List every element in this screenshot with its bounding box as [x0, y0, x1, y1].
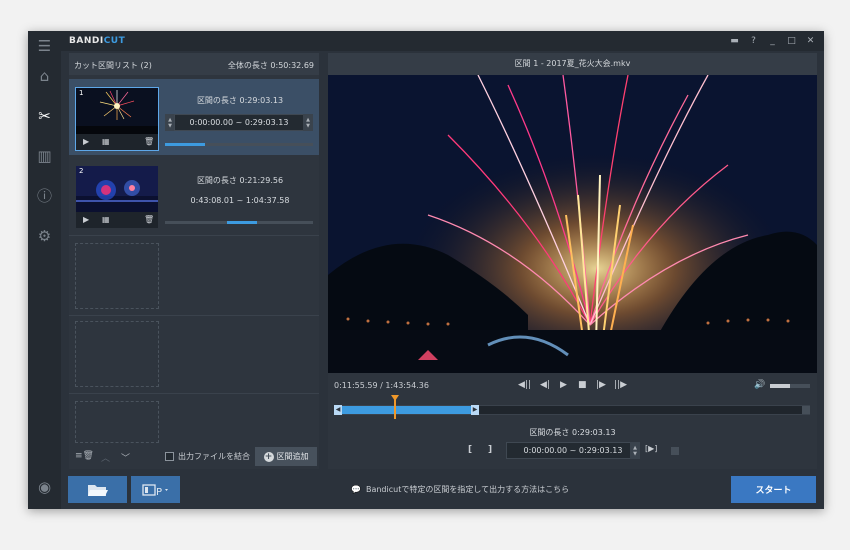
- segment-item[interactable]: 2 ▶ ▦ 🗑 区間の長さ 0:21:29.56 0:43:08.01 ~ 1:…: [69, 157, 319, 233]
- folder-open-icon: [87, 484, 108, 496]
- plus-icon: +: [263, 451, 274, 462]
- checkbox[interactable]: [165, 452, 174, 461]
- thumbnail-toolbar: ▶ ▦ 🗑: [76, 134, 158, 150]
- segment-progress-fill: [165, 143, 205, 146]
- divider: [69, 393, 319, 394]
- bottom-bar: P 💬 Bandicutで特定の区間を指定して出力する方法はこちら スタート: [61, 471, 824, 509]
- app-logo: BANDICUT: [69, 36, 126, 46]
- delete-all-icon[interactable]: ≡🗑: [75, 451, 94, 461]
- move-up-icon[interactable]: ︿: [101, 451, 110, 464]
- divider: [69, 315, 319, 316]
- merge-output-checkbox[interactable]: 出力ファイルを結合: [165, 451, 250, 462]
- segment-item[interactable]: 1 ▶ ▦ 🗑 区間の長さ 0:29:03.13 ▲ ▼ 0:00:00.00 ~…: [69, 79, 319, 155]
- next-frame-button[interactable]: |▶: [596, 380, 606, 390]
- title-bar: BANDICUT ▬ ? _ □ ✕: [61, 31, 824, 51]
- join-mode-icon[interactable]: ▥: [34, 145, 55, 166]
- segment-number: 2: [79, 167, 84, 175]
- open-file-button[interactable]: [68, 476, 127, 503]
- segment-length: 区間の長さ 0:21:29.56: [196, 176, 284, 185]
- close-button[interactable]: ✕: [803, 33, 818, 48]
- segment-range-input[interactable]: 0:00:00.00 ~ 0:29:03.13: [174, 114, 304, 131]
- segment-progress: [165, 221, 313, 224]
- segment-length: 区間の長さ 0:29:03.13: [196, 96, 284, 105]
- timecode: 0:11:55.59 / 1:43:54.36: [334, 381, 429, 390]
- timeline-end-marker: [802, 406, 810, 414]
- chat-icon: 💬: [351, 485, 361, 494]
- timeline-end-handle[interactable]: ▶: [471, 405, 479, 415]
- volume-slider[interactable]: [770, 384, 810, 388]
- next-mark-button[interactable]: ||▶: [614, 380, 627, 390]
- stop-button[interactable]: ■: [578, 380, 587, 390]
- segment-list-title: カット区間リスト (2): [74, 61, 152, 70]
- trash-icon[interactable]: 🗑: [144, 215, 154, 224]
- fireworks-video-frame: [328, 75, 817, 373]
- merge-output-label: 出力ファイルを結合: [178, 452, 250, 461]
- set-start-button[interactable]: [: [468, 445, 472, 455]
- record-icon[interactable]: ◉: [34, 476, 55, 497]
- prev-mark-button[interactable]: ◀||: [518, 380, 531, 390]
- grid-icon[interactable]: ▦: [102, 215, 110, 224]
- segment-list-header: カット区間リスト (2) 全体の長さ 0:50:32.69: [69, 53, 319, 75]
- prev-frame-button[interactable]: ◀|: [540, 380, 550, 390]
- trash-icon[interactable]: 🗑: [144, 137, 154, 146]
- segment-progress-fill: [227, 221, 257, 224]
- start-button[interactable]: スタート: [731, 476, 816, 503]
- total-length: 全体の長さ 0:50:32.69: [227, 61, 314, 70]
- add-segment-button[interactable]: + 区間追加: [255, 447, 317, 466]
- folder-icon[interactable]: ▬: [727, 33, 742, 48]
- segment-list-toolbar: ≡🗑 ︿ ﹀ 出力ファイルを結合 + 区間追加: [69, 445, 319, 469]
- play-button[interactable]: ▶: [560, 380, 567, 390]
- video-settings-icon: P: [141, 483, 168, 498]
- help-hint[interactable]: 💬 Bandicutで特定の区間を指定して出力する方法はこちら: [351, 484, 569, 495]
- volume-icon[interactable]: 🔊: [754, 380, 765, 390]
- video-preview[interactable]: [328, 75, 817, 373]
- minimize-button[interactable]: _: [765, 33, 780, 48]
- selected-segment-length: 区間の長さ 0:29:03.13: [529, 428, 616, 437]
- settings-icon[interactable]: ⚙: [34, 225, 55, 246]
- thumbnail-toolbar: ▶ ▦ 🗑: [76, 212, 158, 228]
- output-settings-button[interactable]: P: [131, 476, 180, 503]
- move-down-icon[interactable]: ﹀: [121, 451, 130, 464]
- home-icon[interactable]: ⌂: [34, 65, 55, 86]
- maximize-button[interactable]: □: [784, 33, 799, 48]
- empty-segment-slot: [75, 243, 159, 309]
- segment-range: 0:43:08.01 ~ 1:04:37.58: [190, 196, 290, 205]
- empty-segment-slot: [75, 321, 159, 387]
- volume-level: [770, 384, 790, 388]
- help-button[interactable]: ?: [746, 33, 761, 48]
- playhead[interactable]: [394, 397, 396, 419]
- selected-segment-range-input[interactable]: 0:00:00.00 ~ 0:29:03.13: [506, 442, 640, 459]
- help-hint-text[interactable]: Bandicutで特定の区間を指定して出力する方法はこちら: [366, 484, 569, 495]
- segment-progress: [165, 143, 313, 146]
- segment-list-panel: カット区間リスト (2) 全体の長さ 0:50:32.69 1 ▶ ▦ 🗑 区間…: [69, 53, 319, 469]
- svg-text:P: P: [156, 487, 162, 498]
- segment-thumbnail: 2 ▶ ▦ 🗑: [75, 165, 159, 229]
- player-panel: 区間 1 - 2017夏_花火大会.mkv 0:11:55.59 / 1:43:…: [328, 53, 817, 469]
- app-window: ☰ ⌂ ✂ ▥ ⓘ ⚙ ◉ BANDICUT ▬ ? _ □ ✕ カット区間リス…: [28, 31, 824, 509]
- set-end-button[interactable]: ]: [488, 445, 492, 455]
- grid-icon[interactable]: ▦: [102, 137, 110, 146]
- range-end-stepper[interactable]: ▲ ▼: [630, 442, 640, 459]
- play-icon[interactable]: ▶: [83, 137, 89, 146]
- cut-mode-icon[interactable]: ✂: [34, 105, 55, 126]
- segment-number: 1: [79, 89, 84, 97]
- add-segment-label: 区間追加: [276, 452, 309, 461]
- info-icon[interactable]: ⓘ: [34, 185, 55, 206]
- timeline-start-handle[interactable]: ◀: [334, 405, 342, 415]
- range-end-stepper[interactable]: ▲ ▼: [303, 114, 313, 131]
- video-title: 区間 1 - 2017夏_花火大会.mkv: [328, 53, 817, 75]
- menu-icon[interactable]: ☰: [34, 35, 55, 56]
- fireworks-thumbnail-image: [76, 166, 158, 212]
- play-icon[interactable]: ▶: [83, 215, 89, 224]
- segment-thumbnail: 1 ▶ ▦ 🗑: [75, 87, 159, 151]
- sidebar: ☰ ⌂ ✂ ▥ ⓘ ⚙ ◉: [28, 31, 61, 509]
- timeline-selection: [334, 406, 476, 414]
- empty-segment-slot: [75, 401, 159, 443]
- play-segment-button[interactable]: [▶]: [645, 444, 657, 453]
- divider: [69, 235, 319, 236]
- stop-segment-button[interactable]: [671, 447, 679, 455]
- fireworks-thumbnail-image: [76, 88, 158, 134]
